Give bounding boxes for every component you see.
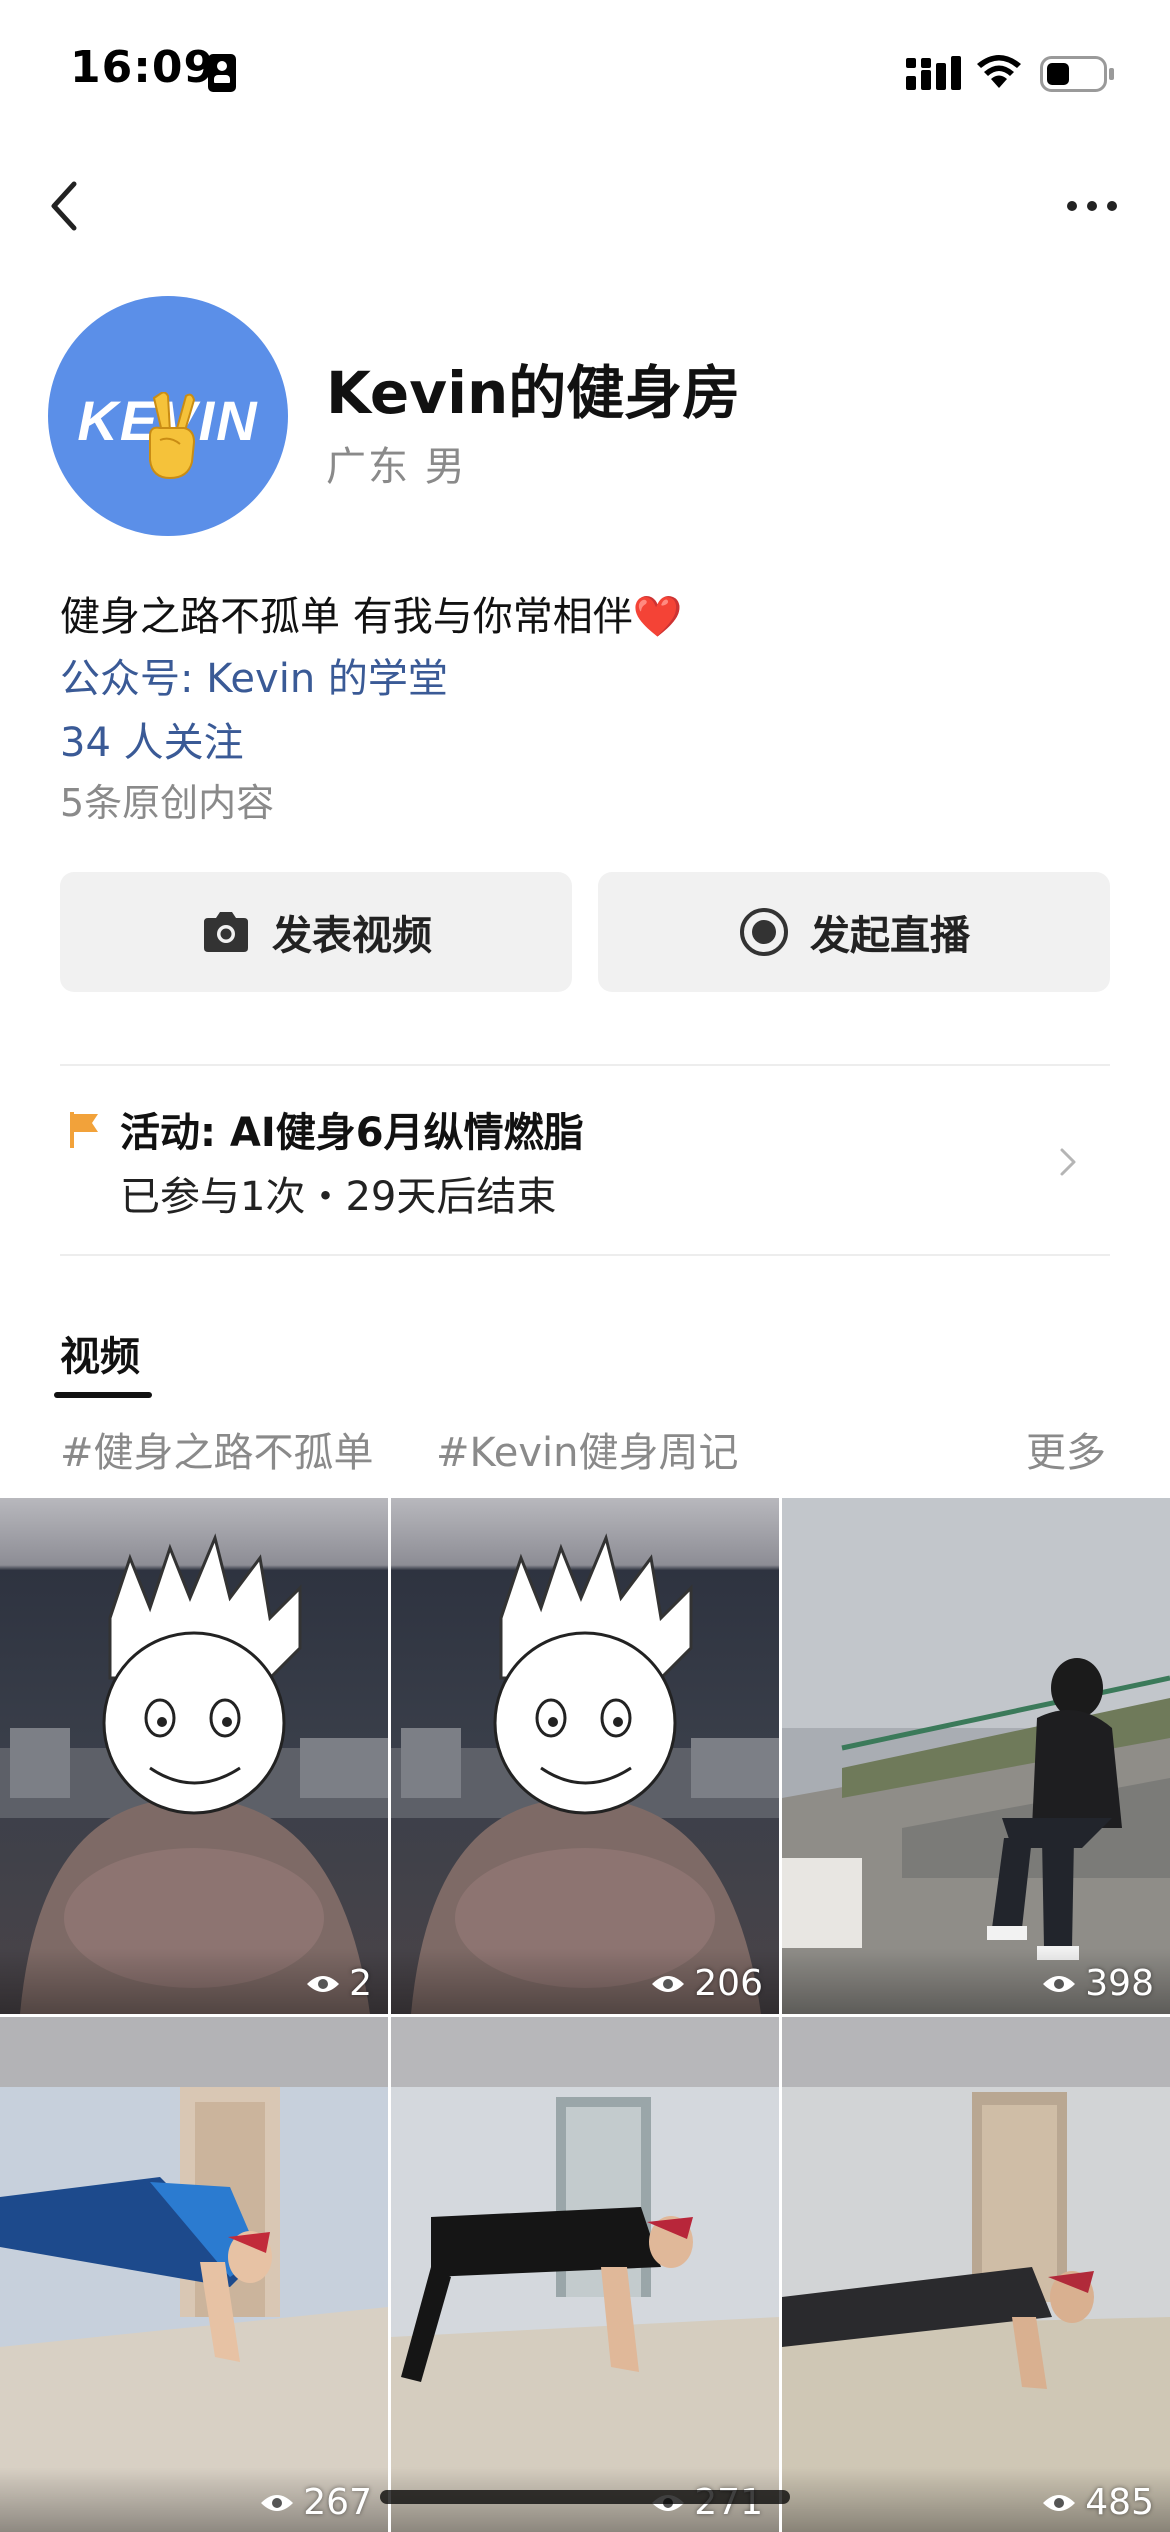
tab-video[interactable]: 视频 bbox=[60, 1324, 140, 1382]
activity-banner[interactable]: 活动: AI健身6月纵情燃脂 已参与1次・29天后结束 bbox=[60, 1066, 1110, 1254]
flag-icon bbox=[70, 1112, 98, 1148]
post-video-label: 发表视频 bbox=[272, 913, 432, 959]
topic-tag-fitness-journey[interactable]: #健身之路不孤单 bbox=[60, 1420, 374, 1478]
more-topics-link[interactable]: 更多 bbox=[1026, 1420, 1106, 1478]
post-video-button[interactable]: 发表视频 bbox=[60, 872, 572, 992]
chevron-right-icon bbox=[1060, 1148, 1076, 1176]
video-thumbnail[interactable]: 2 bbox=[0, 1498, 388, 2014]
video-thumbnail-image bbox=[782, 2017, 1170, 2532]
profile-location-gender: 广东 男 bbox=[326, 444, 467, 490]
status-time: 16:09 bbox=[70, 42, 216, 93]
view-count-value: 2 bbox=[349, 1963, 372, 2004]
start-live-label: 发起直播 bbox=[810, 913, 970, 959]
eye-icon bbox=[1043, 1975, 1076, 1992]
original-content-count: 5条原创内容 bbox=[60, 781, 275, 825]
profile-bio: 健身之路不孤单 有我与你常相伴❤️ bbox=[60, 584, 683, 642]
view-count: 485 bbox=[1041, 2482, 1154, 2523]
activity-title: 活动: AI健身6月纵情燃脂 bbox=[120, 1110, 584, 1156]
video-thumbnail[interactable]: 267 bbox=[0, 2017, 388, 2532]
cellular-signal-icon bbox=[906, 56, 961, 90]
video-thumbnail-image bbox=[391, 2017, 779, 2532]
video-thumbnail-image bbox=[391, 1498, 779, 2014]
video-thumbnail-image bbox=[0, 1498, 388, 2014]
home-indicator[interactable] bbox=[380, 2490, 790, 2504]
eye-icon bbox=[652, 1975, 685, 1992]
heart-emoji: ❤️ bbox=[632, 594, 683, 640]
divider bbox=[60, 1254, 1110, 1256]
more-options-icon[interactable] bbox=[1062, 186, 1122, 226]
view-count: 206 bbox=[650, 1963, 763, 2004]
eye-icon bbox=[1043, 2494, 1076, 2511]
view-count-value: 485 bbox=[1085, 2482, 1154, 2523]
view-count-value: 206 bbox=[694, 1963, 763, 2004]
avatar[interactable]: KEVIN bbox=[48, 296, 288, 536]
eye-icon bbox=[307, 1975, 340, 1992]
eye-icon bbox=[261, 2494, 294, 2511]
view-count: 267 bbox=[259, 2482, 372, 2523]
topic-tag-kevin-weekly[interactable]: #Kevin健身周记 bbox=[436, 1420, 739, 1478]
view-count: 2 bbox=[305, 1963, 372, 2004]
video-thumbnail[interactable]: 271 bbox=[391, 2017, 779, 2532]
contact-card-icon bbox=[208, 54, 236, 92]
start-live-button[interactable]: 发起直播 bbox=[598, 872, 1110, 992]
video-thumbnail[interactable]: 485 bbox=[782, 2017, 1170, 2532]
victory-hand-icon bbox=[149, 392, 196, 480]
video-thumbnail[interactable]: 398 bbox=[782, 1498, 1170, 2014]
back-icon[interactable] bbox=[40, 176, 92, 236]
profile-name: Kevin的健身房 bbox=[326, 359, 741, 427]
video-thumbnail[interactable]: 206 bbox=[391, 1498, 779, 2014]
camera-icon bbox=[204, 912, 248, 952]
view-count-value: 398 bbox=[1085, 1963, 1154, 2004]
view-count: 398 bbox=[1041, 1963, 1154, 2004]
view-count-value: 267 bbox=[303, 2482, 372, 2523]
official-account-link[interactable]: 公众号: Kevin 的学堂 bbox=[60, 646, 448, 704]
battery-icon bbox=[1040, 56, 1114, 92]
live-record-icon bbox=[740, 908, 788, 956]
wifi-icon bbox=[977, 55, 1021, 88]
followers-link[interactable]: 34 人关注 bbox=[60, 710, 244, 768]
status-bar: 16:09 bbox=[0, 0, 1170, 140]
activity-subtitle: 已参与1次・29天后结束 bbox=[120, 1174, 557, 1220]
video-thumbnail-image bbox=[0, 2017, 388, 2532]
video-thumbnail-image bbox=[782, 1498, 1170, 2014]
tab-active-indicator bbox=[54, 1392, 152, 1398]
video-grid: 2 206 398 267 485 bbox=[0, 1498, 1170, 2532]
profile-bio-text: 健身之路不孤单 有我与你常相伴 bbox=[60, 594, 633, 640]
